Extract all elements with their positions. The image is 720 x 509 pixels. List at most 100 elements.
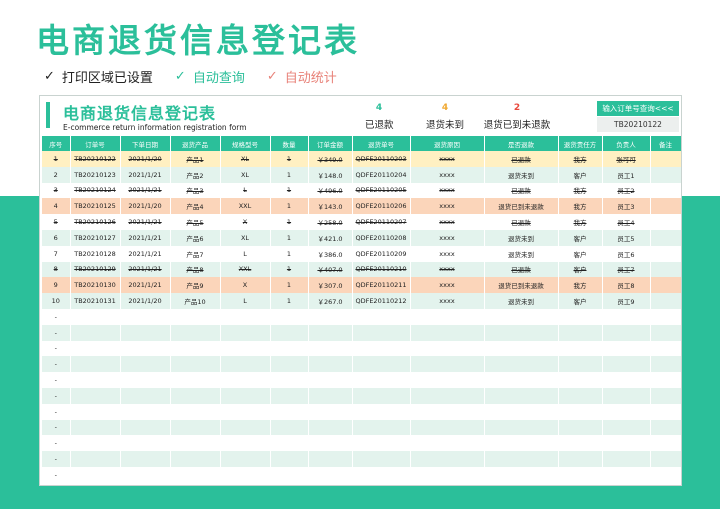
table-cell[interactable] [308,372,353,388]
table-cell[interactable]: ￥496.0 [308,182,353,199]
table-cell[interactable]: QDFE20110205 [352,182,411,199]
table-cell[interactable]: 2021/1/21 [120,245,171,262]
table-cell[interactable]: 员工2 [602,182,651,199]
table-cell[interactable]: 退货未到 [484,245,559,262]
table-cell[interactable]: 我方 [558,198,603,215]
table-cell[interactable]: QDFE20110207 [352,214,411,230]
table-cell[interactable]: 产品2 [170,166,221,183]
table-cell[interactable]: 客户 [558,261,603,278]
table-cell[interactable]: 产品4 [170,198,221,215]
table-cell[interactable]: 1 [270,182,309,199]
table-cell[interactable]: L [220,182,271,199]
table-cell[interactable] [352,403,411,420]
column-header[interactable]: 备注 [650,136,681,151]
table-cell[interactable]: 7 [42,245,71,262]
column-header[interactable]: 数量 [270,136,309,151]
table-cell[interactable] [558,419,603,436]
table-cell[interactable]: 我方 [558,182,603,199]
table-cell[interactable]: TB20210128 [70,245,121,262]
table-cell[interactable] [170,466,221,483]
table-cell[interactable] [410,387,485,404]
table-cell[interactable] [120,340,171,357]
table-cell[interactable] [270,403,309,420]
table-cell[interactable] [484,356,559,373]
table-cell[interactable] [558,466,603,483]
table-cell[interactable] [352,340,411,357]
table-cell[interactable] [650,435,681,452]
table-cell[interactable]: 员工7 [602,261,651,278]
table-cell[interactable] [308,403,353,420]
table-cell[interactable]: 9 [42,277,71,294]
table-cell[interactable]: QDFE20110204 [352,166,411,183]
table-cell[interactable] [270,466,309,483]
table-cell[interactable] [484,324,559,341]
table-cell[interactable]: xxxx [410,293,485,309]
table-cell[interactable]: 已退款 [484,182,559,199]
table-cell[interactable]: 2021/1/21 [120,277,171,294]
table-cell[interactable]: XL [220,166,271,183]
table-cell[interactable]: 客户 [558,293,603,309]
table-cell[interactable] [650,372,681,388]
table-cell[interactable]: 1 [270,245,309,262]
table-cell[interactable]: XL [220,229,271,246]
table-cell[interactable]: 1 [270,293,309,309]
table-cell[interactable]: TB20210125 [70,198,121,215]
table-cell[interactable]: 客户 [558,229,603,246]
table-cell[interactable]: 产品7 [170,245,221,262]
order-query-button[interactable]: 输入订单号查询<<< [597,101,679,116]
table-cell[interactable]: 已退款 [484,214,559,230]
table-cell[interactable] [602,308,651,325]
table-cell[interactable]: TB20210126 [70,214,121,230]
table-cell[interactable] [170,372,221,388]
table-cell[interactable] [270,419,309,436]
table-cell[interactable]: - [42,435,71,452]
table-cell[interactable]: xxxx [410,214,485,230]
table-cell[interactable] [650,451,681,467]
table-cell[interactable]: QDFE20110203 [352,151,411,167]
table-cell[interactable]: 1 [270,277,309,294]
column-header[interactable]: 订单金额 [308,136,353,151]
table-cell[interactable] [308,466,353,483]
table-cell[interactable] [602,451,651,467]
table-cell[interactable]: TB20210130 [70,277,121,294]
table-cell[interactable]: 客户 [558,166,603,183]
table-cell[interactable]: 产品8 [170,261,221,278]
table-cell[interactable]: 产品1 [170,151,221,167]
table-cell[interactable] [220,340,271,357]
table-cell[interactable] [650,214,681,230]
table-cell[interactable] [352,466,411,483]
table-cell[interactable] [70,324,121,341]
table-cell[interactable] [650,340,681,357]
table-cell[interactable] [308,308,353,325]
table-cell[interactable]: ￥407.0 [308,261,353,278]
table-cell[interactable]: X [220,277,271,294]
table-cell[interactable]: ￥267.0 [308,293,353,309]
table-cell[interactable]: L [220,293,271,309]
table-cell[interactable]: 我方 [558,277,603,294]
table-cell[interactable] [484,435,559,452]
table-cell[interactable] [650,182,681,199]
table-cell[interactable]: 退货未到 [484,293,559,309]
table-cell[interactable]: - [42,340,71,357]
table-cell[interactable] [410,419,485,436]
table-cell[interactable] [170,356,221,373]
table-cell[interactable] [410,308,485,325]
table-cell[interactable] [270,451,309,467]
table-cell[interactable] [308,340,353,357]
table-cell[interactable]: L [220,245,271,262]
table-cell[interactable] [602,403,651,420]
table-cell[interactable]: QDFE20110211 [352,277,411,294]
table-cell[interactable] [484,308,559,325]
table-cell[interactable]: xxxx [410,182,485,199]
table-cell[interactable]: ￥143.0 [308,198,353,215]
table-cell[interactable] [602,340,651,357]
table-cell[interactable]: QDFE20110210 [352,261,411,278]
table-cell[interactable]: TB20210124 [70,182,121,199]
table-cell[interactable]: 4 [42,198,71,215]
table-cell[interactable] [70,356,121,373]
table-cell[interactable]: xxxx [410,198,485,215]
table-cell[interactable]: ￥148.0 [308,166,353,183]
table-cell[interactable]: X [220,214,271,230]
table-cell[interactable]: 2021/1/21 [120,182,171,199]
table-cell[interactable]: XXL [220,198,271,215]
